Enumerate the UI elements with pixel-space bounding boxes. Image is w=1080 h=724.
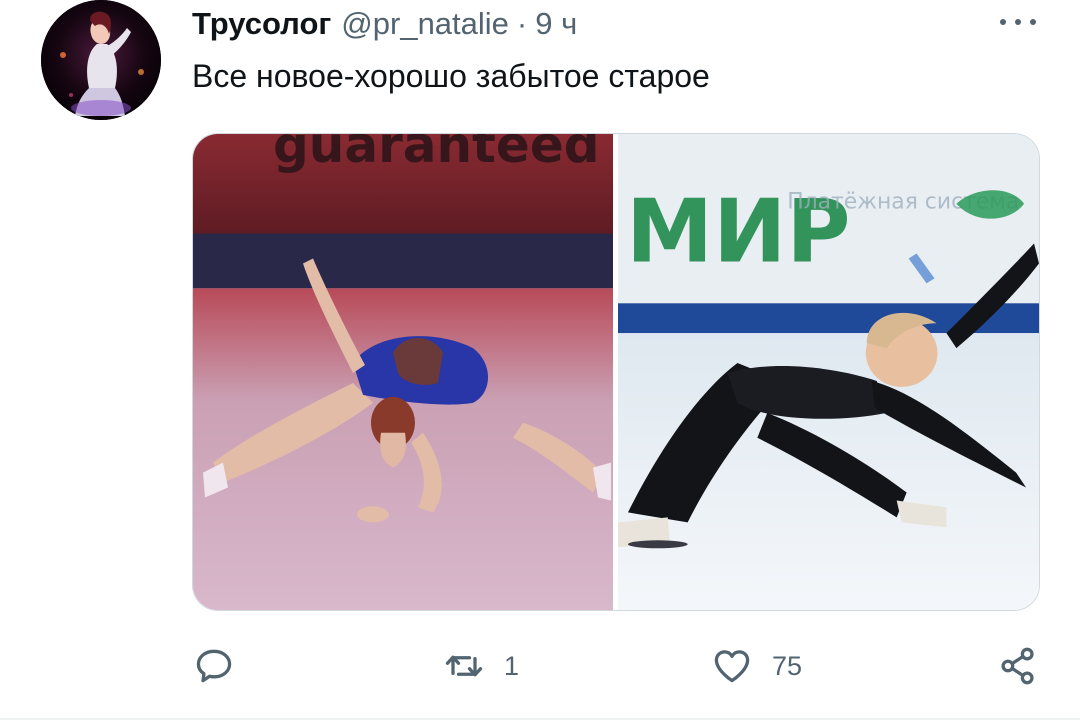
photo-right[interactable]: МИР Платёжная система	[618, 134, 1039, 610]
skater-photo-left: guaranteed	[193, 134, 613, 610]
banner-text: guaranteed	[273, 134, 600, 174]
like-count: 75	[772, 650, 803, 681]
more-dot	[1030, 19, 1036, 25]
reply-icon	[196, 649, 232, 683]
skater-photo-right: МИР Платёжная система	[618, 134, 1039, 610]
more-dot	[1015, 19, 1021, 25]
tweet[interactable]: Трусолог @pr_natalie · 9 ч Все новое-хор…	[0, 0, 1080, 724]
share-button[interactable]	[996, 640, 1058, 692]
heart-icon	[714, 650, 750, 683]
reply-button[interactable]	[192, 640, 254, 692]
photo-left[interactable]: guaranteed	[193, 134, 613, 610]
user-handle[interactable]: @pr_natalie	[341, 6, 509, 42]
tweet-header: Трусолог @pr_natalie · 9 ч	[192, 4, 577, 44]
avatar[interactable]	[41, 0, 161, 120]
share-icon	[1001, 647, 1034, 685]
avatar-image	[41, 0, 161, 120]
divider	[0, 718, 1080, 720]
media-grid: guaranteed МИР Платёжная система	[192, 133, 1040, 611]
tweet-text: Все новое-хорошо забытое старое	[192, 58, 710, 94]
retweet-button[interactable]: 1	[442, 640, 519, 692]
display-name[interactable]: Трусолог	[192, 6, 331, 42]
more-dot	[1000, 19, 1006, 25]
separator-dot: ·	[516, 6, 528, 41]
retweet-count: 1	[504, 650, 520, 681]
like-button[interactable]: 75	[710, 640, 802, 692]
timestamp[interactable]: 9 ч	[535, 6, 577, 42]
more-options-icon[interactable]	[1000, 10, 1036, 34]
retweet-icon	[445, 655, 483, 677]
tweet-actions: 1 75	[192, 640, 1040, 692]
